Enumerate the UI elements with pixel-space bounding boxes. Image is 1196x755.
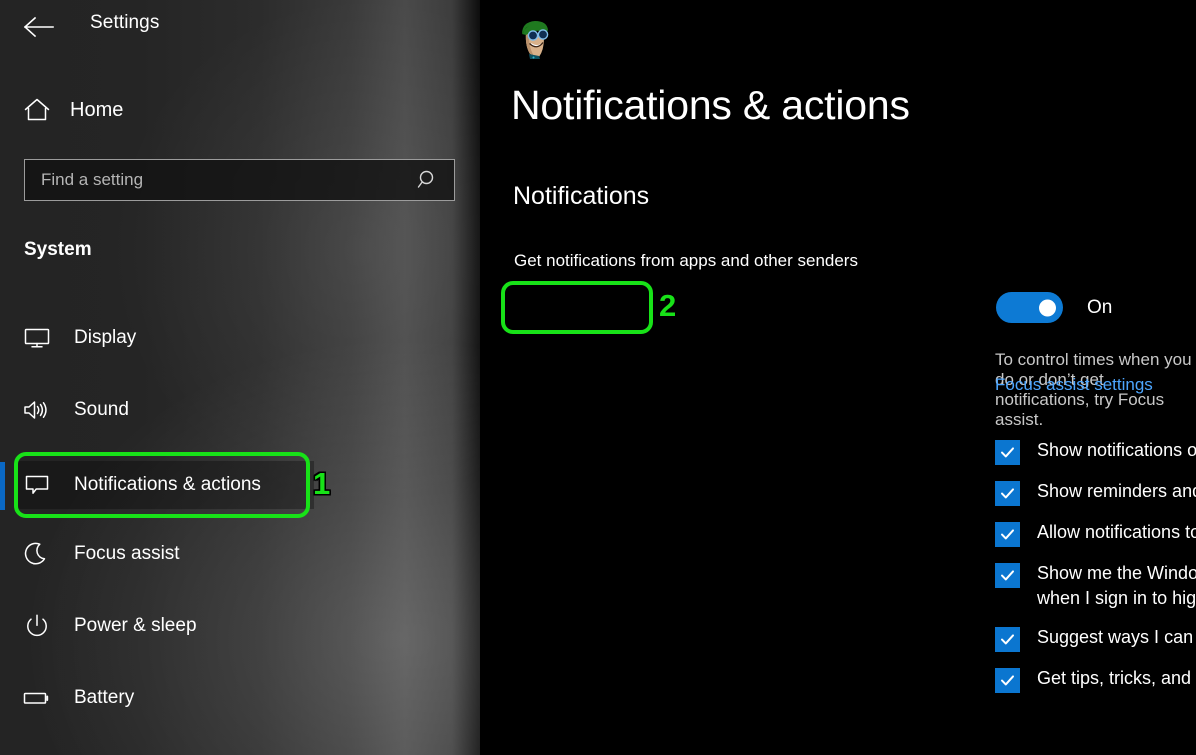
sidebar-item-sound-label: Sound bbox=[74, 399, 129, 420]
list-item[interactable]: Allow notifications to play sounds bbox=[995, 520, 1196, 547]
speaker-icon bbox=[20, 395, 54, 425]
sidebar-item-notifications-actions-label: Notifications & actions bbox=[74, 474, 261, 495]
list-item[interactable]: Get tips, tricks, and suggestions as you… bbox=[995, 666, 1196, 693]
list-item-label: Get tips, tricks, and suggestions as you… bbox=[1037, 668, 1196, 688]
list-item-label: Show reminders and incoming VoIP calls o… bbox=[1037, 481, 1196, 501]
list-item[interactable]: Show me the Windows welcome experience a… bbox=[995, 561, 1196, 611]
checkbox-checked-icon[interactable] bbox=[995, 563, 1020, 588]
focus-assist-settings-link[interactable]: Focus assist settings bbox=[995, 375, 1153, 395]
annotation-number-1: 1 bbox=[313, 466, 331, 501]
checkbox-checked-icon[interactable] bbox=[995, 522, 1020, 547]
sidebar-item-home-label: Home bbox=[70, 98, 124, 121]
list-item[interactable]: Show notifications on the lock screen bbox=[995, 438, 1196, 465]
monitor-icon bbox=[20, 323, 54, 353]
battery-icon bbox=[20, 683, 54, 713]
toggle-switch-track[interactable] bbox=[996, 292, 1063, 323]
title-bar: Settings bbox=[0, 0, 480, 52]
sidebar-item-display[interactable]: Display bbox=[14, 314, 314, 362]
sidebar-item-power-sleep-label: Power & sleep bbox=[74, 615, 197, 636]
sidebar-item-sound[interactable]: Sound bbox=[14, 386, 314, 434]
checkbox-checked-icon[interactable] bbox=[995, 668, 1020, 693]
speech-bubble-icon bbox=[20, 470, 54, 500]
search-input[interactable] bbox=[25, 170, 416, 190]
search-box[interactable] bbox=[24, 159, 455, 201]
toggle-switch-knob bbox=[1039, 299, 1056, 316]
list-item-label: Allow notifications to play sounds bbox=[1037, 522, 1196, 542]
list-item[interactable]: Suggest ways I can finish setting up my … bbox=[995, 625, 1196, 652]
sidebar-group-heading: System bbox=[24, 239, 92, 260]
section-heading-notifications: Notifications bbox=[513, 182, 650, 210]
notification-options-list: Show notifications on the lock screen Sh… bbox=[995, 438, 1196, 707]
moon-icon bbox=[20, 539, 54, 569]
checkbox-checked-icon[interactable] bbox=[995, 440, 1020, 465]
notifications-toggle[interactable]: On bbox=[996, 292, 1112, 323]
sidebar-item-battery-label: Battery bbox=[74, 687, 135, 708]
list-item-label: Suggest ways I can finish setting up my … bbox=[1037, 627, 1196, 647]
page-title: Notifications & actions bbox=[511, 82, 910, 128]
sidebar-item-focus-assist[interactable]: Focus assist bbox=[14, 530, 314, 578]
main-content: Notifications & actions Notifications Ge… bbox=[480, 0, 1196, 755]
list-item-label: Show me the Windows welcome experience a… bbox=[1037, 563, 1196, 608]
list-item-label: Show notifications on the lock screen bbox=[1037, 440, 1196, 460]
checkbox-checked-icon[interactable] bbox=[995, 627, 1020, 652]
sidebar-item-home[interactable]: Home bbox=[22, 93, 123, 127]
list-item[interactable]: Show reminders and incoming VoIP calls o… bbox=[995, 479, 1196, 506]
sidebar-item-battery[interactable]: Battery bbox=[14, 674, 314, 722]
checkbox-checked-icon[interactable] bbox=[995, 481, 1020, 506]
home-icon bbox=[22, 96, 52, 124]
user-avatar-cartoon-icon bbox=[513, 16, 558, 61]
sidebar-item-notifications-actions[interactable]: Notifications & actions bbox=[14, 461, 314, 509]
toggle-state-label: On bbox=[1087, 296, 1113, 318]
window-title: Settings bbox=[90, 12, 160, 33]
annotation-number-2: 2 bbox=[659, 288, 677, 323]
sidebar-item-focus-assist-label: Focus assist bbox=[74, 543, 180, 564]
sidebar-item-power-sleep[interactable]: Power & sleep bbox=[14, 602, 314, 650]
notifications-toggle-label: Get notifications from apps and other se… bbox=[514, 251, 858, 270]
selected-item-indicator bbox=[0, 462, 5, 510]
sidebar-item-display-label: Display bbox=[74, 327, 137, 348]
sidebar: Settings Home System bbox=[0, 0, 480, 755]
power-icon bbox=[20, 611, 54, 641]
search-icon[interactable] bbox=[416, 168, 440, 192]
settings-window: Settings Home System bbox=[0, 0, 1196, 755]
back-arrow-icon[interactable] bbox=[22, 12, 56, 42]
